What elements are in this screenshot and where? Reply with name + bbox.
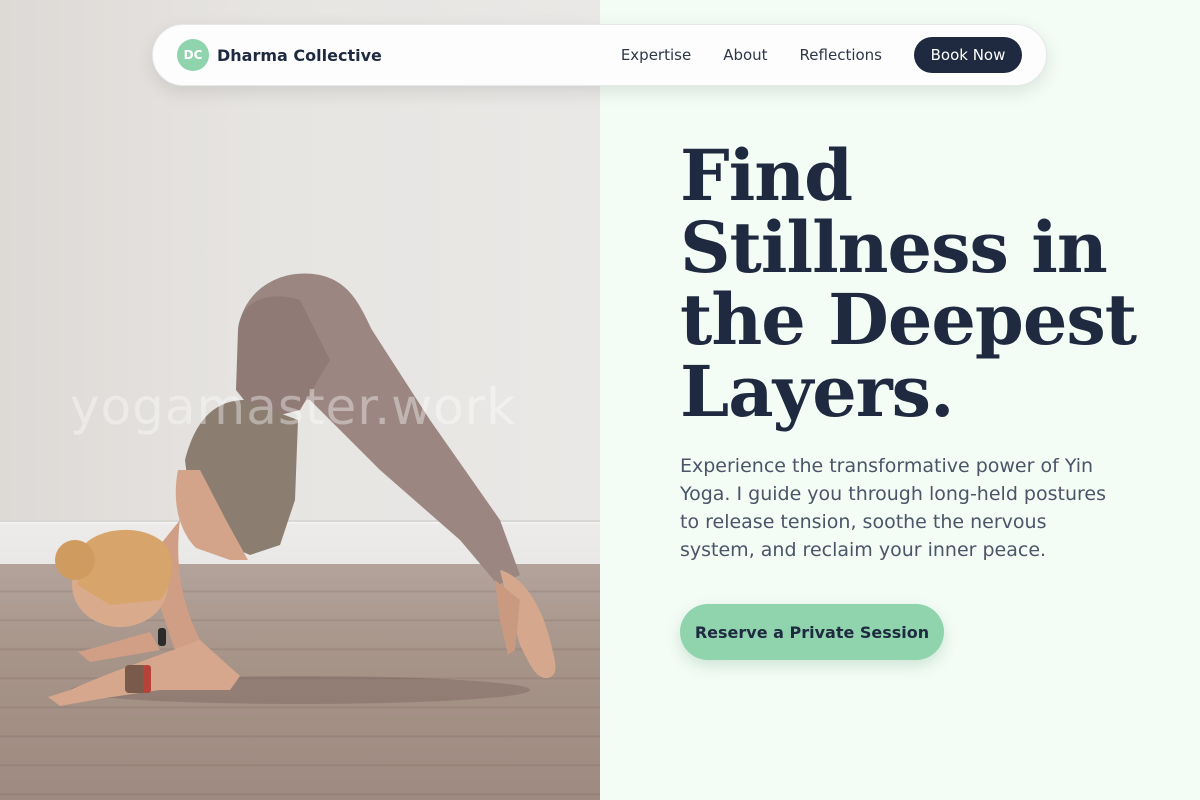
brand-logo[interactable]: DC Dharma Collective — [177, 39, 382, 71]
nav-link-about[interactable]: About — [723, 46, 767, 64]
brand-mark-icon: DC — [177, 39, 209, 71]
hero-headline: Find Stillness in the Deepest Layers. — [680, 134, 1137, 433]
photo-watermark: yogamaster.work — [70, 378, 517, 436]
brand-name: Dharma Collective — [217, 45, 382, 65]
nav-link-reflections[interactable]: Reflections — [800, 46, 882, 64]
hero-description: Experience the transformative power of Y… — [680, 455, 1106, 561]
nav-links: Expertise About Reflections Book Now — [621, 37, 1022, 73]
reserve-session-button[interactable]: Reserve a Private Session — [680, 604, 944, 660]
book-now-button[interactable]: Book Now — [914, 37, 1022, 73]
top-navigation: DC Dharma Collective Expertise About Ref… — [152, 24, 1047, 86]
hero-photo: yogamaster.work — [0, 0, 600, 800]
nav-link-expertise[interactable]: Expertise — [621, 46, 691, 64]
